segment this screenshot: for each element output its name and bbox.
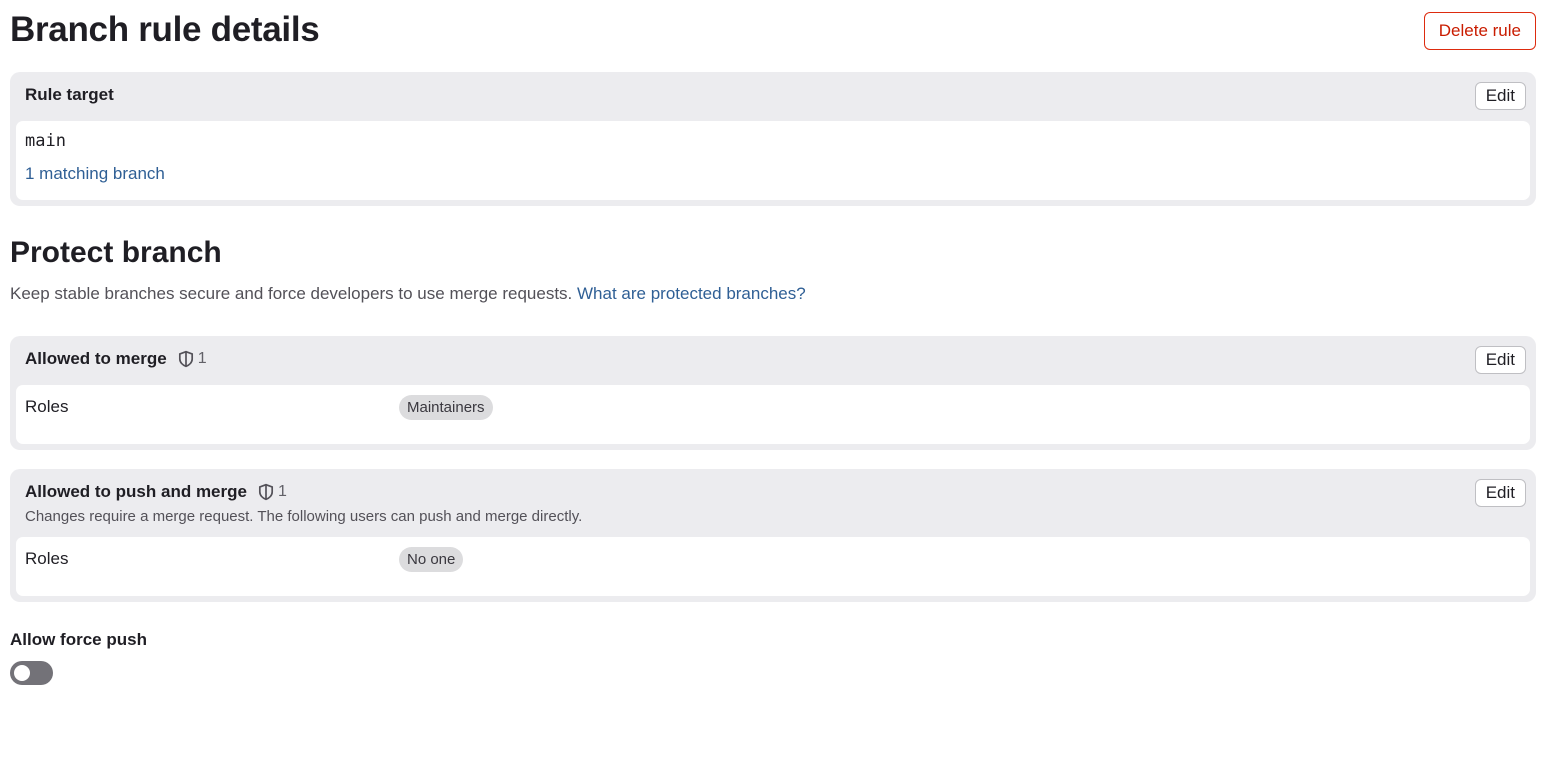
section-description-text: Keep stable branches secure and force de… bbox=[10, 284, 573, 303]
delete-rule-button[interactable]: Delete rule bbox=[1423, 12, 1536, 50]
protect-branch-section: Protect branch Keep stable branches secu… bbox=[10, 206, 1536, 306]
allowed-to-push-edit-button[interactable]: Edit bbox=[1474, 479, 1526, 507]
roles-label: Roles bbox=[25, 549, 69, 568]
allowed-to-merge-title: Allowed to merge bbox=[25, 349, 167, 368]
allowed-to-push-card: Allowed to push and merge 1 Changes requ… bbox=[10, 469, 1536, 602]
allowed-to-push-subtitle: Changes require a merge request. The fol… bbox=[25, 508, 583, 525]
allowed-to-merge-roles-row: Roles Maintainers bbox=[16, 385, 1530, 444]
page-header: Branch rule details Delete rule bbox=[10, 0, 1536, 72]
rule-target-edit-button[interactable]: Edit bbox=[1474, 82, 1526, 110]
allowed-to-push-roles-row: Roles No one bbox=[16, 537, 1530, 596]
force-push-toggle[interactable] bbox=[10, 661, 53, 685]
roles-label: Roles bbox=[25, 397, 69, 416]
allowed-to-push-title: Allowed to push and merge bbox=[25, 482, 247, 501]
allowed-to-merge-edit-button[interactable]: Edit bbox=[1474, 346, 1526, 374]
approvals-count-badge: 1 bbox=[257, 483, 287, 501]
rule-target-title: Rule target bbox=[25, 85, 114, 104]
approvals-count-badge: 1 bbox=[177, 350, 207, 368]
branch-rule-page: Branch rule details Delete rule Rule tar… bbox=[0, 0, 1547, 763]
page-title: Branch rule details bbox=[10, 10, 320, 49]
rule-target-card: Rule target Edit main 1 matching branch bbox=[10, 72, 1536, 206]
protected-branches-help-link[interactable]: What are protected branches? bbox=[577, 284, 806, 303]
rule-target-body: main 1 matching branch bbox=[16, 121, 1530, 200]
approvals-count: 1 bbox=[197, 350, 207, 367]
force-push-label: Allow force push bbox=[10, 630, 147, 649]
branch-name: main bbox=[25, 131, 66, 151]
toggle-knob bbox=[14, 665, 30, 681]
force-push-section: Allow force push bbox=[10, 630, 1536, 685]
allowed-to-merge-card: Allowed to merge 1 Edit Roles Maintainer… bbox=[10, 336, 1536, 450]
shield-icon bbox=[258, 483, 273, 501]
matching-branches-link[interactable]: 1 matching branch bbox=[25, 164, 165, 184]
shield-icon bbox=[178, 350, 193, 368]
role-badge-maintainers: Maintainers bbox=[399, 395, 493, 420]
section-title: Protect branch bbox=[10, 236, 222, 269]
role-badge-no-one: No one bbox=[399, 547, 464, 572]
allowed-to-push-header: Allowed to push and merge 1 Changes requ… bbox=[16, 469, 1530, 537]
rule-target-header: Rule target Edit bbox=[16, 72, 1530, 121]
section-description: Keep stable branches secure and force de… bbox=[10, 284, 1536, 304]
allowed-to-merge-header: Allowed to merge 1 Edit bbox=[16, 336, 1530, 385]
approvals-count: 1 bbox=[277, 483, 287, 500]
